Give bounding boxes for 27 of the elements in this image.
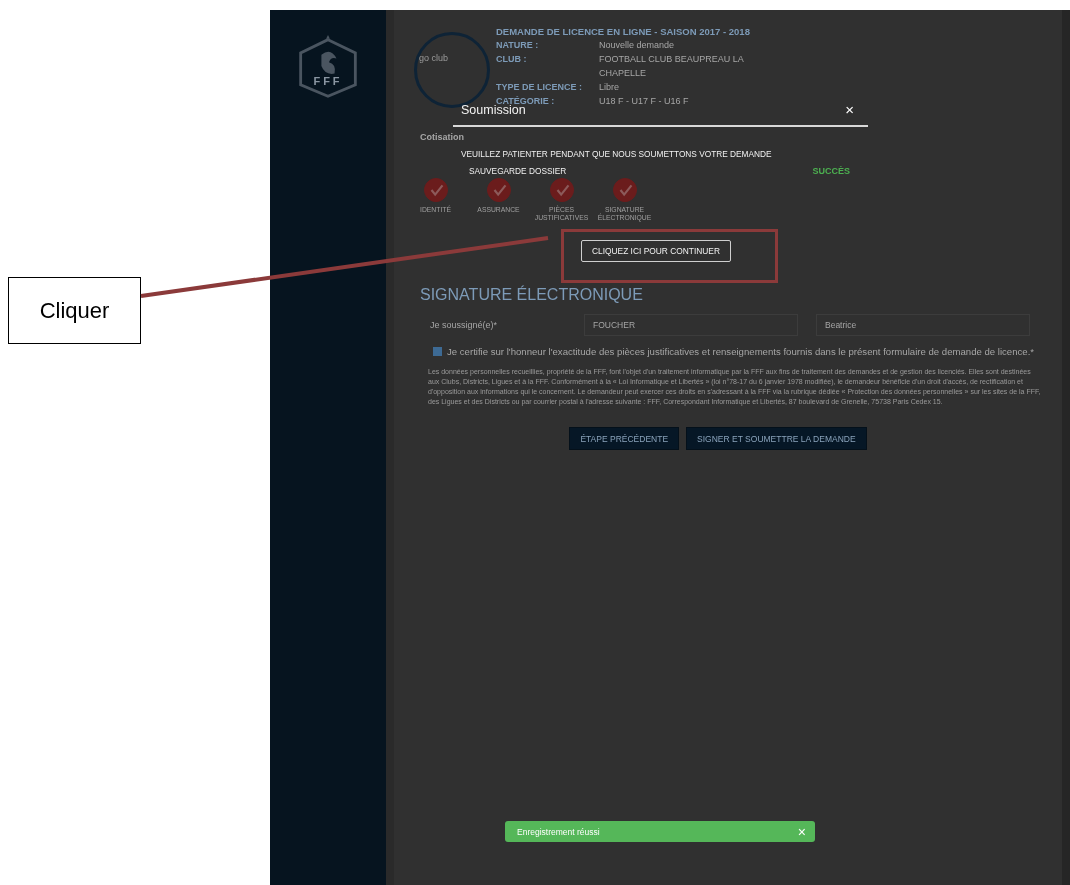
field-value: U18 F - U17 F - U16 F [599,95,690,108]
field-label: CATÉGORIE : [496,95,556,106]
field-label: CLUB : [496,53,528,66]
field-value: FOOTBALL CLUB BEAUPREAU LA CHAPELLE [599,53,745,80]
field-label: NATURE : [496,39,540,52]
section-tab[interactable]: Cotisation [420,132,464,142]
first-name-field[interactable]: Beatrice [816,314,1030,336]
checkbox[interactable] [433,347,442,356]
field-value: Libre [599,81,620,94]
field-label: TYPE DE LICENCE : [496,81,583,94]
logo-text: FFF [312,75,344,87]
section-heading: SIGNATURE ÉLECTRONIQUE [420,286,643,304]
last-name-field[interactable]: FOUCHER [584,314,798,336]
modal-message: VEUILLEZ PATIENTER PENDANT QUE NOUS SOUMETTONS VOTRE DEMANDE [461,149,773,159]
licence-title: DEMANDE DE LICENCE EN LIGNE - SAISON 2017 - 2018 [496,26,751,37]
previous-step-button[interactable]: ÉTAPE PRÉCÉDENTE [569,427,680,450]
field-value: Nouvelle demande [599,39,676,52]
continue-button[interactable]: CLIQUEZ ICI POUR CONTINUER [581,240,731,262]
field-label: Je soussigné(e)* [430,320,499,330]
club-logo-text: go club [419,53,449,63]
task-status: SUCCÈS [812,166,850,176]
submit-button[interactable]: SIGNER ET SOUMETTRE LA DEMANDE [686,427,867,450]
close-button[interactable]: × [839,102,860,117]
toast-message: Enregistrement réussi [517,826,600,837]
callout-box: Cliquer [8,277,141,344]
checkbox-label: Je certifie sur l'honneur l'exactitude des pièces justificatives et renseignements fournis dans le présent formulaire de demande de licence.* [447,346,1035,357]
task-label: SAUVEGARDE DOSSIER [469,166,567,176]
